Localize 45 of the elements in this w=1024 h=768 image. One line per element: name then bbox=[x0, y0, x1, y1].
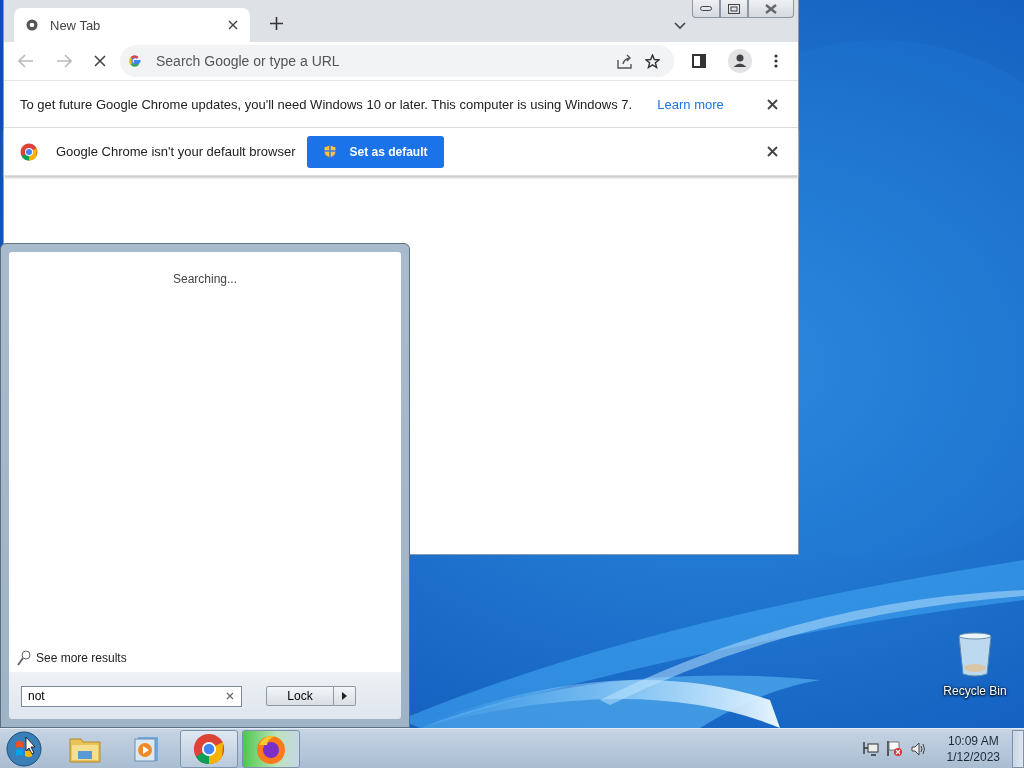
maximize-icon bbox=[728, 3, 740, 14]
media-player-icon bbox=[134, 734, 160, 763]
tab-search-icon[interactable] bbox=[674, 22, 686, 30]
power-options-button[interactable] bbox=[334, 685, 356, 706]
lock-button[interactable]: Lock bbox=[266, 685, 334, 706]
new-tab-icon[interactable] bbox=[270, 17, 283, 30]
action-center-flag-icon[interactable] bbox=[886, 740, 903, 757]
taskbar-app-button[interactable] bbox=[180, 729, 238, 768]
close-icon bbox=[764, 3, 778, 14]
recycle-bin-label[interactable]: Recycle Bin bbox=[943, 684, 1007, 698]
search-field[interactable]: not bbox=[21, 685, 242, 707]
side-panel-icon[interactable] bbox=[692, 54, 706, 68]
speaker-icon[interactable] bbox=[910, 741, 927, 756]
close-icon[interactable] bbox=[767, 146, 778, 157]
infobar-message: To get future Google Chrome updates, you'll need Windows 10 or later. This computer is using Windows 7. bbox=[20, 96, 633, 112]
show-desktop-button[interactable] bbox=[1012, 729, 1024, 768]
search-status: Searching... bbox=[172, 272, 237, 286]
caret-icon bbox=[342, 691, 347, 700]
browser-tab[interactable]: New Tab bbox=[14, 8, 250, 42]
google-logo-icon bbox=[128, 54, 142, 68]
menu-icon[interactable] bbox=[774, 54, 778, 68]
infobar-message: Google Chrome isn't your default browser bbox=[56, 144, 296, 159]
see-more-results-link[interactable]: See more results bbox=[36, 651, 127, 665]
search-icon bbox=[17, 650, 31, 666]
close-icon[interactable] bbox=[228, 20, 238, 30]
minimize-button[interactable] bbox=[692, 0, 720, 18]
share-icon[interactable] bbox=[617, 53, 633, 69]
close-button[interactable] bbox=[748, 0, 794, 18]
maximize-button[interactable] bbox=[720, 0, 748, 18]
set-default-button[interactable]: Set as default bbox=[307, 135, 444, 168]
shield-icon bbox=[323, 144, 338, 159]
clear-icon[interactable] bbox=[226, 692, 234, 700]
address-bar[interactable]: Search Google or type a URL bbox=[120, 45, 674, 77]
start-button[interactable] bbox=[6, 730, 42, 767]
close-icon[interactable] bbox=[767, 98, 778, 110]
network-icon[interactable] bbox=[862, 740, 879, 757]
minimize-icon bbox=[700, 6, 712, 11]
clock[interactable]: 10:09 AM 1/12/2023 bbox=[946, 732, 1000, 765]
stop-icon[interactable] bbox=[94, 55, 106, 67]
learn-more-link[interactable]: Learn more bbox=[657, 96, 724, 112]
taskbar-app-button[interactable] bbox=[242, 729, 300, 768]
address-input[interactable]: Search Google or type a URL bbox=[154, 52, 605, 70]
recycle-bin-icon[interactable] bbox=[956, 632, 994, 678]
profile-icon[interactable] bbox=[728, 49, 752, 73]
star-icon[interactable] bbox=[645, 53, 660, 69]
